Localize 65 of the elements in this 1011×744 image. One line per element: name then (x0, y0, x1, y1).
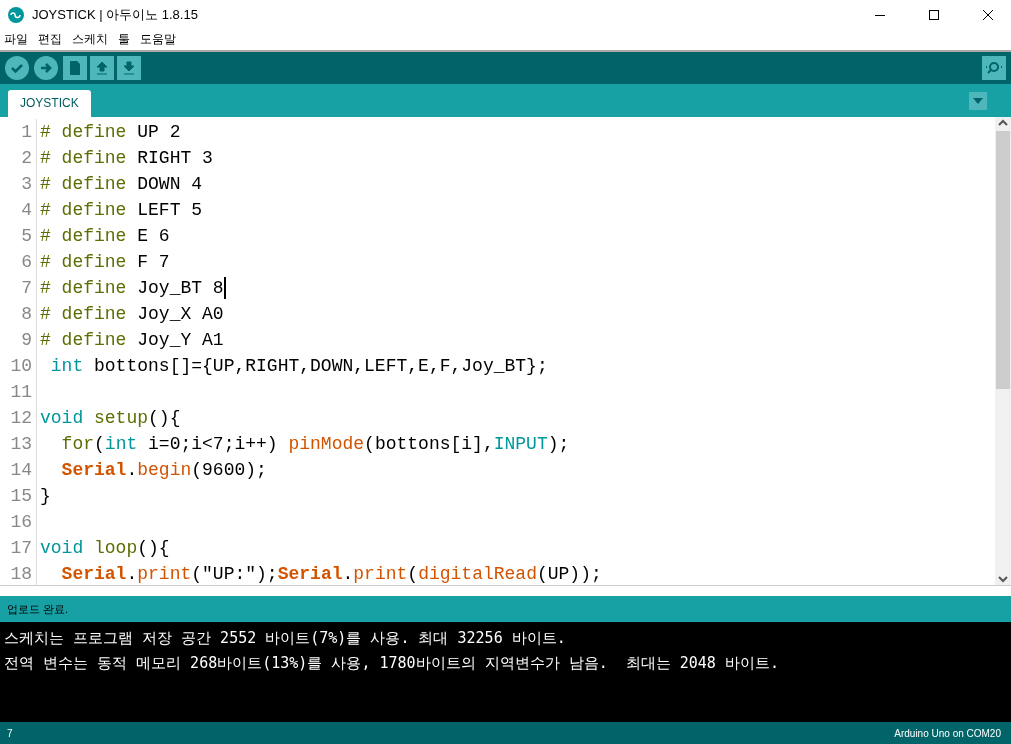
line-number: 8 (0, 300, 37, 327)
code-line: # define RIGHT 3 (39, 147, 213, 168)
window-title: JOYSTICK | 아두이노 1.8.15 (32, 6, 199, 24)
toolbar-button[interactable] (34, 55, 58, 80)
scrollbar[interactable] (995, 116, 1011, 585)
line-number: 13 (0, 430, 37, 457)
line-number: 10 (0, 352, 37, 379)
tab-menu-button[interactable] (969, 91, 987, 110)
code-line: void loop(){ (39, 537, 170, 558)
caret-icon (973, 97, 983, 104)
line-number: 6 (0, 248, 37, 275)
code-line: } (39, 485, 51, 506)
code-line: # define F 7 (39, 251, 170, 272)
magnifier-icon (985, 60, 1003, 75)
up-arrow-icon (95, 59, 109, 76)
minimize-icon (875, 14, 885, 16)
code-line: void setup(){ (39, 407, 181, 428)
line-number: 5 (0, 222, 37, 249)
line-number: 15 (0, 482, 37, 509)
code-line: # define LEFT 5 (39, 199, 203, 220)
toolbar-button[interactable] (90, 55, 114, 80)
menu-item[interactable]: 파일 (4, 31, 28, 49)
line-number: 7 (0, 274, 37, 301)
code-line: Serial.begin(9600); (60, 459, 267, 480)
line-number: 14 (0, 456, 37, 483)
board-port-label: Arduino Uno on COM20 (894, 727, 1001, 739)
file-tab[interactable]: JOYSTICK (8, 89, 91, 117)
console-line: 전역 변수는 동적 메모리 268바이트(13%)를 사용, 1780바이트의 지역변수가 남음. 최대는 2048 바이트. (4, 653, 780, 675)
line-number: 4 (0, 196, 37, 223)
document-icon (69, 59, 81, 76)
toolbar-button[interactable] (63, 55, 87, 80)
toolbar-button[interactable] (5, 55, 29, 80)
menu-item[interactable]: 도움말 (140, 31, 176, 49)
text-cursor (223, 276, 226, 299)
line-number: 9 (0, 326, 37, 353)
down-arrow-icon (122, 59, 136, 76)
close-icon (983, 10, 993, 20)
code-line: Serial.print("UP:");Serial.print(digitalRead(UP)); (60, 563, 602, 584)
line-number: 16 (0, 508, 37, 535)
code-line: # define UP 2 (39, 121, 181, 142)
line-number: 1 (0, 118, 37, 145)
code-line: for(int i=0;i<7;i++) pinMode(bottons[i],INPUT); (60, 433, 570, 454)
line-number: 12 (0, 404, 37, 431)
line-number: 3 (0, 170, 37, 197)
status-message: 업로드 완료. (7, 601, 69, 617)
console-line: 스케치는 프로그램 저장 공간 2552 바이트(7%)를 사용. 최대 32256 바이트. (4, 628, 567, 650)
code-line: # define DOWN 4 (39, 173, 203, 194)
line-number: 17 (0, 534, 37, 561)
line-number: 11 (0, 378, 37, 405)
toolbar-button[interactable] (117, 55, 141, 80)
code-line: # define Joy_BT 8 (39, 276, 226, 299)
right-arrow-icon (39, 60, 53, 75)
code-line: # define Joy_X A0 (39, 303, 224, 324)
menu-item[interactable]: 편집 (38, 31, 62, 49)
scrollbar-thumb[interactable] (996, 130, 1010, 389)
menu-item[interactable]: 툴 (118, 31, 130, 49)
serial-monitor-button[interactable] (982, 55, 1006, 80)
menu-item[interactable]: 스케치 (72, 31, 108, 49)
maximize-icon (929, 10, 939, 20)
code-line: # define Joy_Y A1 (39, 329, 224, 350)
code-line: # define E 6 (39, 225, 170, 246)
app-logo-icon (8, 7, 24, 23)
code-line: int bottons[]={UP,RIGHT,DOWN,LEFT,E,F,Joy_BT}; (49, 355, 548, 376)
line-indicator: 7 (7, 727, 13, 739)
line-number: 2 (0, 144, 37, 171)
